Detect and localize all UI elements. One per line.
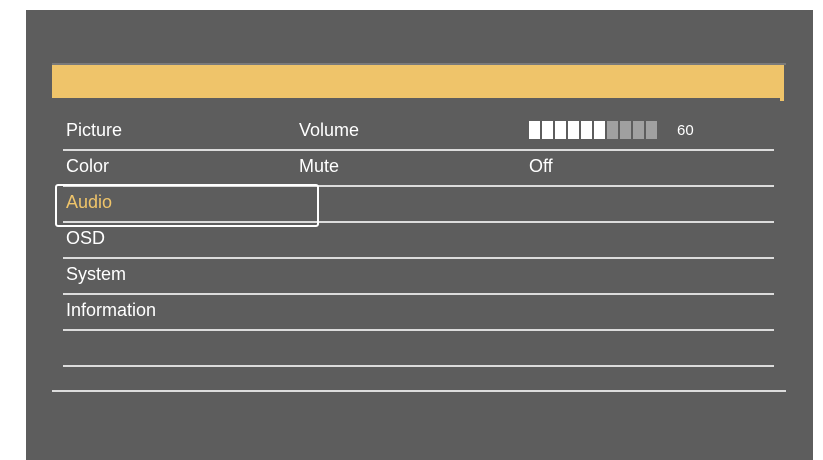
setting-label: Volume [299, 120, 360, 140]
volume-segment [555, 121, 566, 139]
mute-value: Off [529, 156, 553, 176]
volume-segment [607, 121, 618, 139]
category-item-information[interactable]: Information [63, 295, 311, 331]
setting-row-empty [296, 259, 544, 295]
volume-segment [581, 121, 592, 139]
volume-segment [633, 121, 644, 139]
category-list: Picture Color Audio OSD System Informati… [63, 115, 311, 367]
volume-value-row[interactable]: 60 [526, 115, 774, 151]
setting-row-empty [296, 331, 544, 367]
volume-bar[interactable]: 60 [529, 121, 694, 139]
bottom-divider [52, 390, 786, 392]
setting-row-empty [296, 223, 544, 259]
category-item-picture[interactable]: Picture [63, 115, 311, 151]
setting-row-empty [296, 295, 544, 331]
setting-row-empty [296, 187, 544, 223]
volume-segment [646, 121, 657, 139]
value-row-empty [526, 187, 774, 223]
category-label: OSD [66, 228, 106, 248]
category-label: Picture [66, 120, 123, 140]
value-row-empty [526, 223, 774, 259]
value-row-empty [526, 295, 774, 331]
category-label: Information [66, 300, 157, 320]
category-item-osd[interactable]: OSD [63, 223, 311, 259]
setting-row-mute[interactable]: Mute [296, 151, 544, 187]
setting-label-list: Volume Mute [296, 115, 544, 367]
category-label: System [66, 264, 127, 284]
category-item-color[interactable]: Color [63, 151, 311, 187]
setting-value-list: 60 Off [526, 115, 774, 367]
volume-segment [529, 121, 540, 139]
mute-value-row[interactable]: Off [526, 151, 774, 187]
volume-segment [594, 121, 605, 139]
volume-segments [529, 121, 659, 139]
selection-highlight [55, 184, 319, 227]
volume-segment [568, 121, 579, 139]
value-row-empty [526, 259, 774, 295]
category-item-empty [63, 331, 311, 367]
header-bar [52, 65, 784, 101]
category-item-system[interactable]: System [63, 259, 311, 295]
setting-row-volume[interactable]: Volume [296, 115, 544, 151]
volume-segment [542, 121, 553, 139]
value-row-empty [526, 331, 774, 367]
setting-label: Mute [299, 156, 340, 176]
category-label: Color [66, 156, 110, 176]
volume-number: 60 [677, 121, 694, 139]
volume-segment [620, 121, 631, 139]
